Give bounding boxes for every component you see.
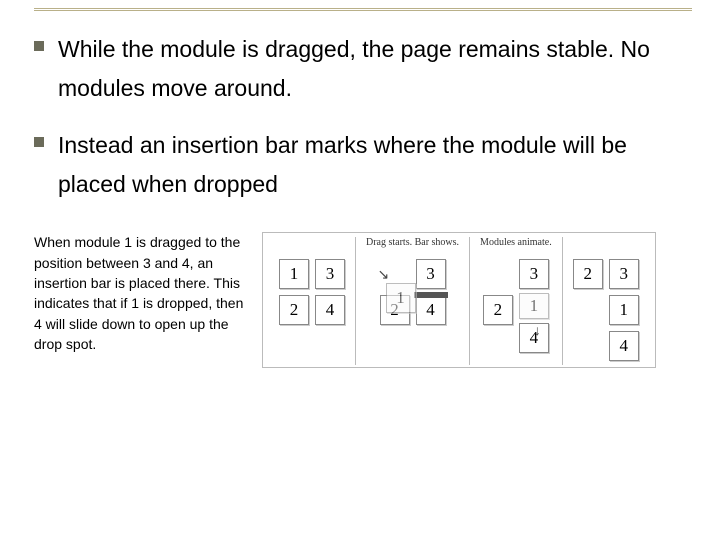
tile-grid: 1 3 2 4 — [279, 259, 345, 325]
col-body: 2 3 1 4 ↓ — [483, 259, 549, 353]
figure-caption: When module 1 is dragged to the position… — [34, 232, 244, 354]
arrow-icon: ↘ — [378, 267, 390, 281]
diagram-col-4: 2 3 1 4 — [562, 237, 649, 365]
bullet-text: While the module is dragged, the page re… — [58, 30, 692, 108]
tile: 1 — [609, 295, 639, 325]
col-body: 2 3 1 4 — [573, 259, 639, 361]
left-stack: 2 — [483, 259, 513, 353]
col-label: Drag starts. Bar shows. — [366, 237, 459, 257]
right-stack: 3 1 4 — [519, 259, 549, 353]
diagram-col-3: Modules animate. 2 3 1 4 ↓ — [469, 237, 562, 365]
left-stack: 2 — [573, 259, 603, 361]
dragged-tile: 1 — [386, 283, 416, 313]
right-stack: 3 1 4 — [609, 259, 639, 361]
diagram-col-2: Drag starts. Bar shows. 2 3 4 ↘ 1 — [355, 237, 469, 365]
col-body: 2 3 4 ↘ 1 — [380, 259, 446, 325]
slide-content: While the module is dragged, the page re… — [34, 18, 692, 368]
slide-top-rule — [34, 8, 692, 11]
tile: 4 — [609, 331, 639, 361]
arrow-icon: ↓ — [534, 323, 541, 337]
tile: 4 — [416, 295, 446, 325]
bullet-text: Instead an insertion bar marks where the… — [58, 126, 692, 204]
insertion-bar — [414, 292, 448, 298]
tile: 4 — [315, 295, 345, 325]
diagram-col-1: 1 3 2 4 — [269, 237, 355, 365]
right-stack: 3 4 — [416, 259, 446, 325]
diagram: 1 3 2 4 Drag starts. Bar shows. 2 3 4 — [262, 232, 656, 368]
tile: 1 — [279, 259, 309, 289]
tile: 3 — [609, 259, 639, 289]
col-label: Modules animate. — [480, 237, 552, 257]
tile: 1 — [519, 293, 549, 319]
tile: 2 — [483, 295, 513, 325]
tile: 3 — [315, 259, 345, 289]
tile: 2 — [279, 295, 309, 325]
tile: 3 — [519, 259, 549, 289]
bullet-item: Instead an insertion bar marks where the… — [34, 126, 692, 204]
square-bullet-icon — [34, 41, 44, 51]
tile: 2 — [573, 259, 603, 289]
tile: 3 — [416, 259, 446, 289]
lower-row: When module 1 is dragged to the position… — [34, 232, 692, 368]
bullet-item: While the module is dragged, the page re… — [34, 30, 692, 108]
square-bullet-icon — [34, 137, 44, 147]
